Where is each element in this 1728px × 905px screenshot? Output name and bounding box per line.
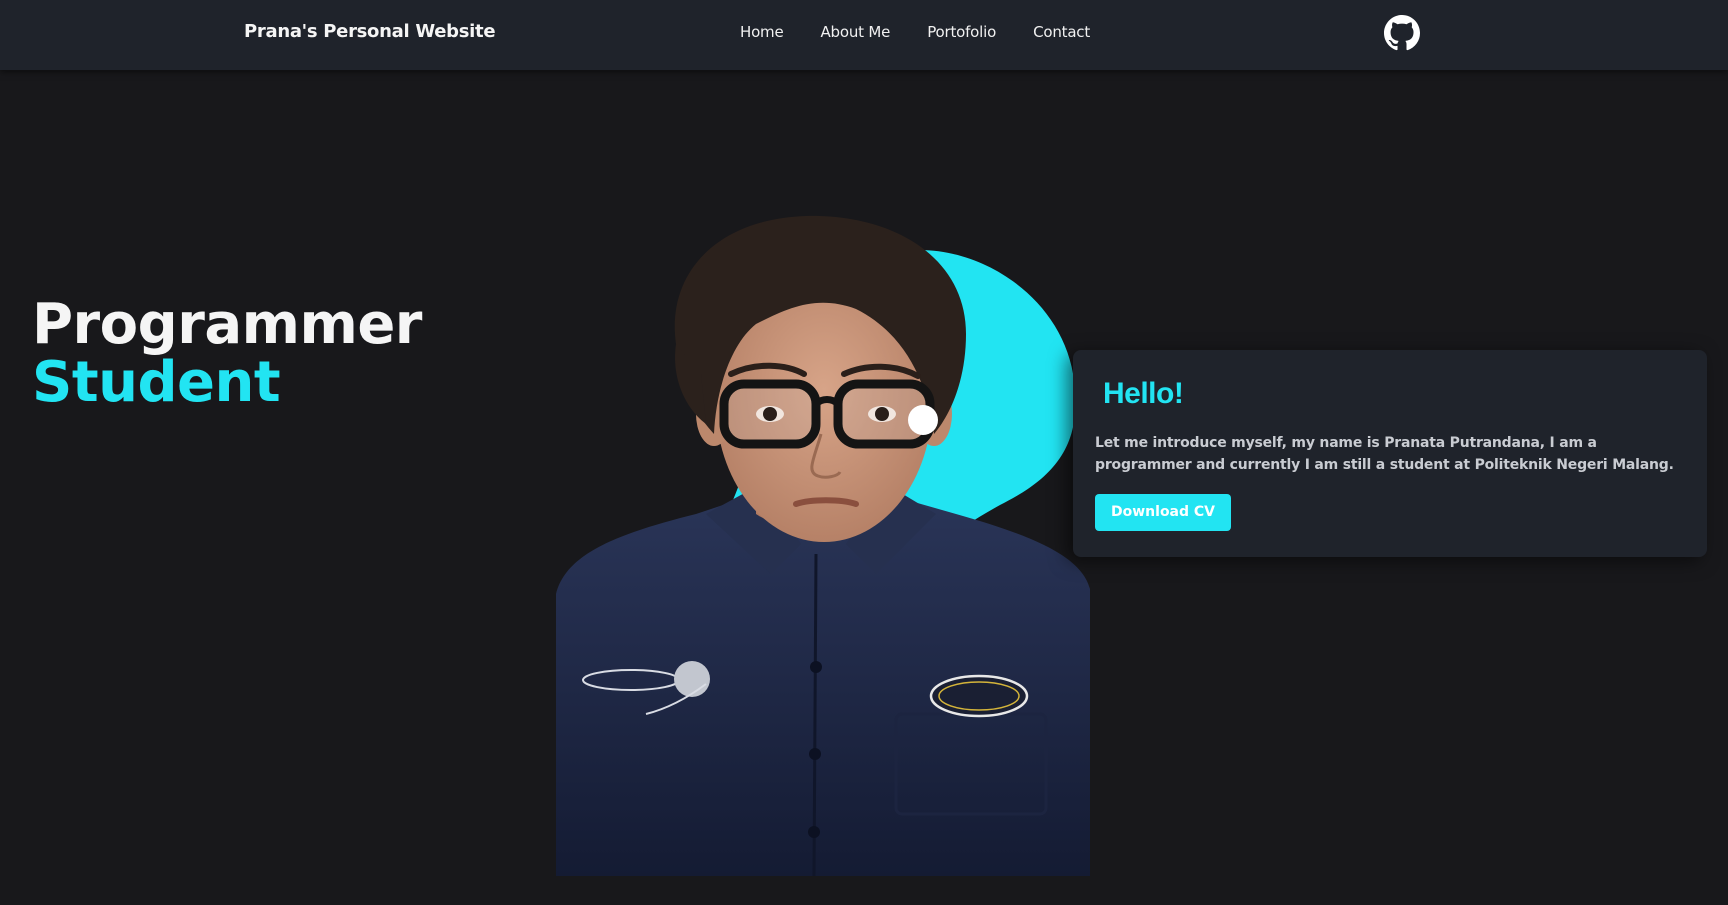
nav-link-portofolio[interactable]: Portofolio — [927, 23, 996, 41]
site-brand[interactable]: Prana's Personal Website — [244, 0, 496, 64]
github-icon[interactable] — [1384, 15, 1420, 51]
intro-card: Hello! Let me introduce myself, my name … — [1073, 350, 1707, 557]
hero-title: Programmer Student — [32, 296, 422, 412]
decorative-dot — [908, 405, 938, 435]
nav-link-contact[interactable]: Contact — [1033, 23, 1090, 41]
card-intro-text: Let me introduce myself, my name is Pran… — [1095, 435, 1674, 473]
navbar: Prana's Personal Website Home About Me P… — [0, 0, 1728, 70]
nav-link-home[interactable]: Home — [740, 23, 784, 41]
nav-links: Home About Me Portofolio Contact — [740, 0, 1127, 64]
hero-title-line2: Student — [32, 350, 281, 415]
hero-title-line1: Programmer — [32, 292, 422, 357]
card-title: Hello! — [1103, 377, 1184, 410]
nav-link-about-me[interactable]: About Me — [821, 23, 891, 41]
download-cv-button[interactable]: Download CV — [1095, 494, 1232, 531]
portrait-photo — [556, 215, 1090, 876]
